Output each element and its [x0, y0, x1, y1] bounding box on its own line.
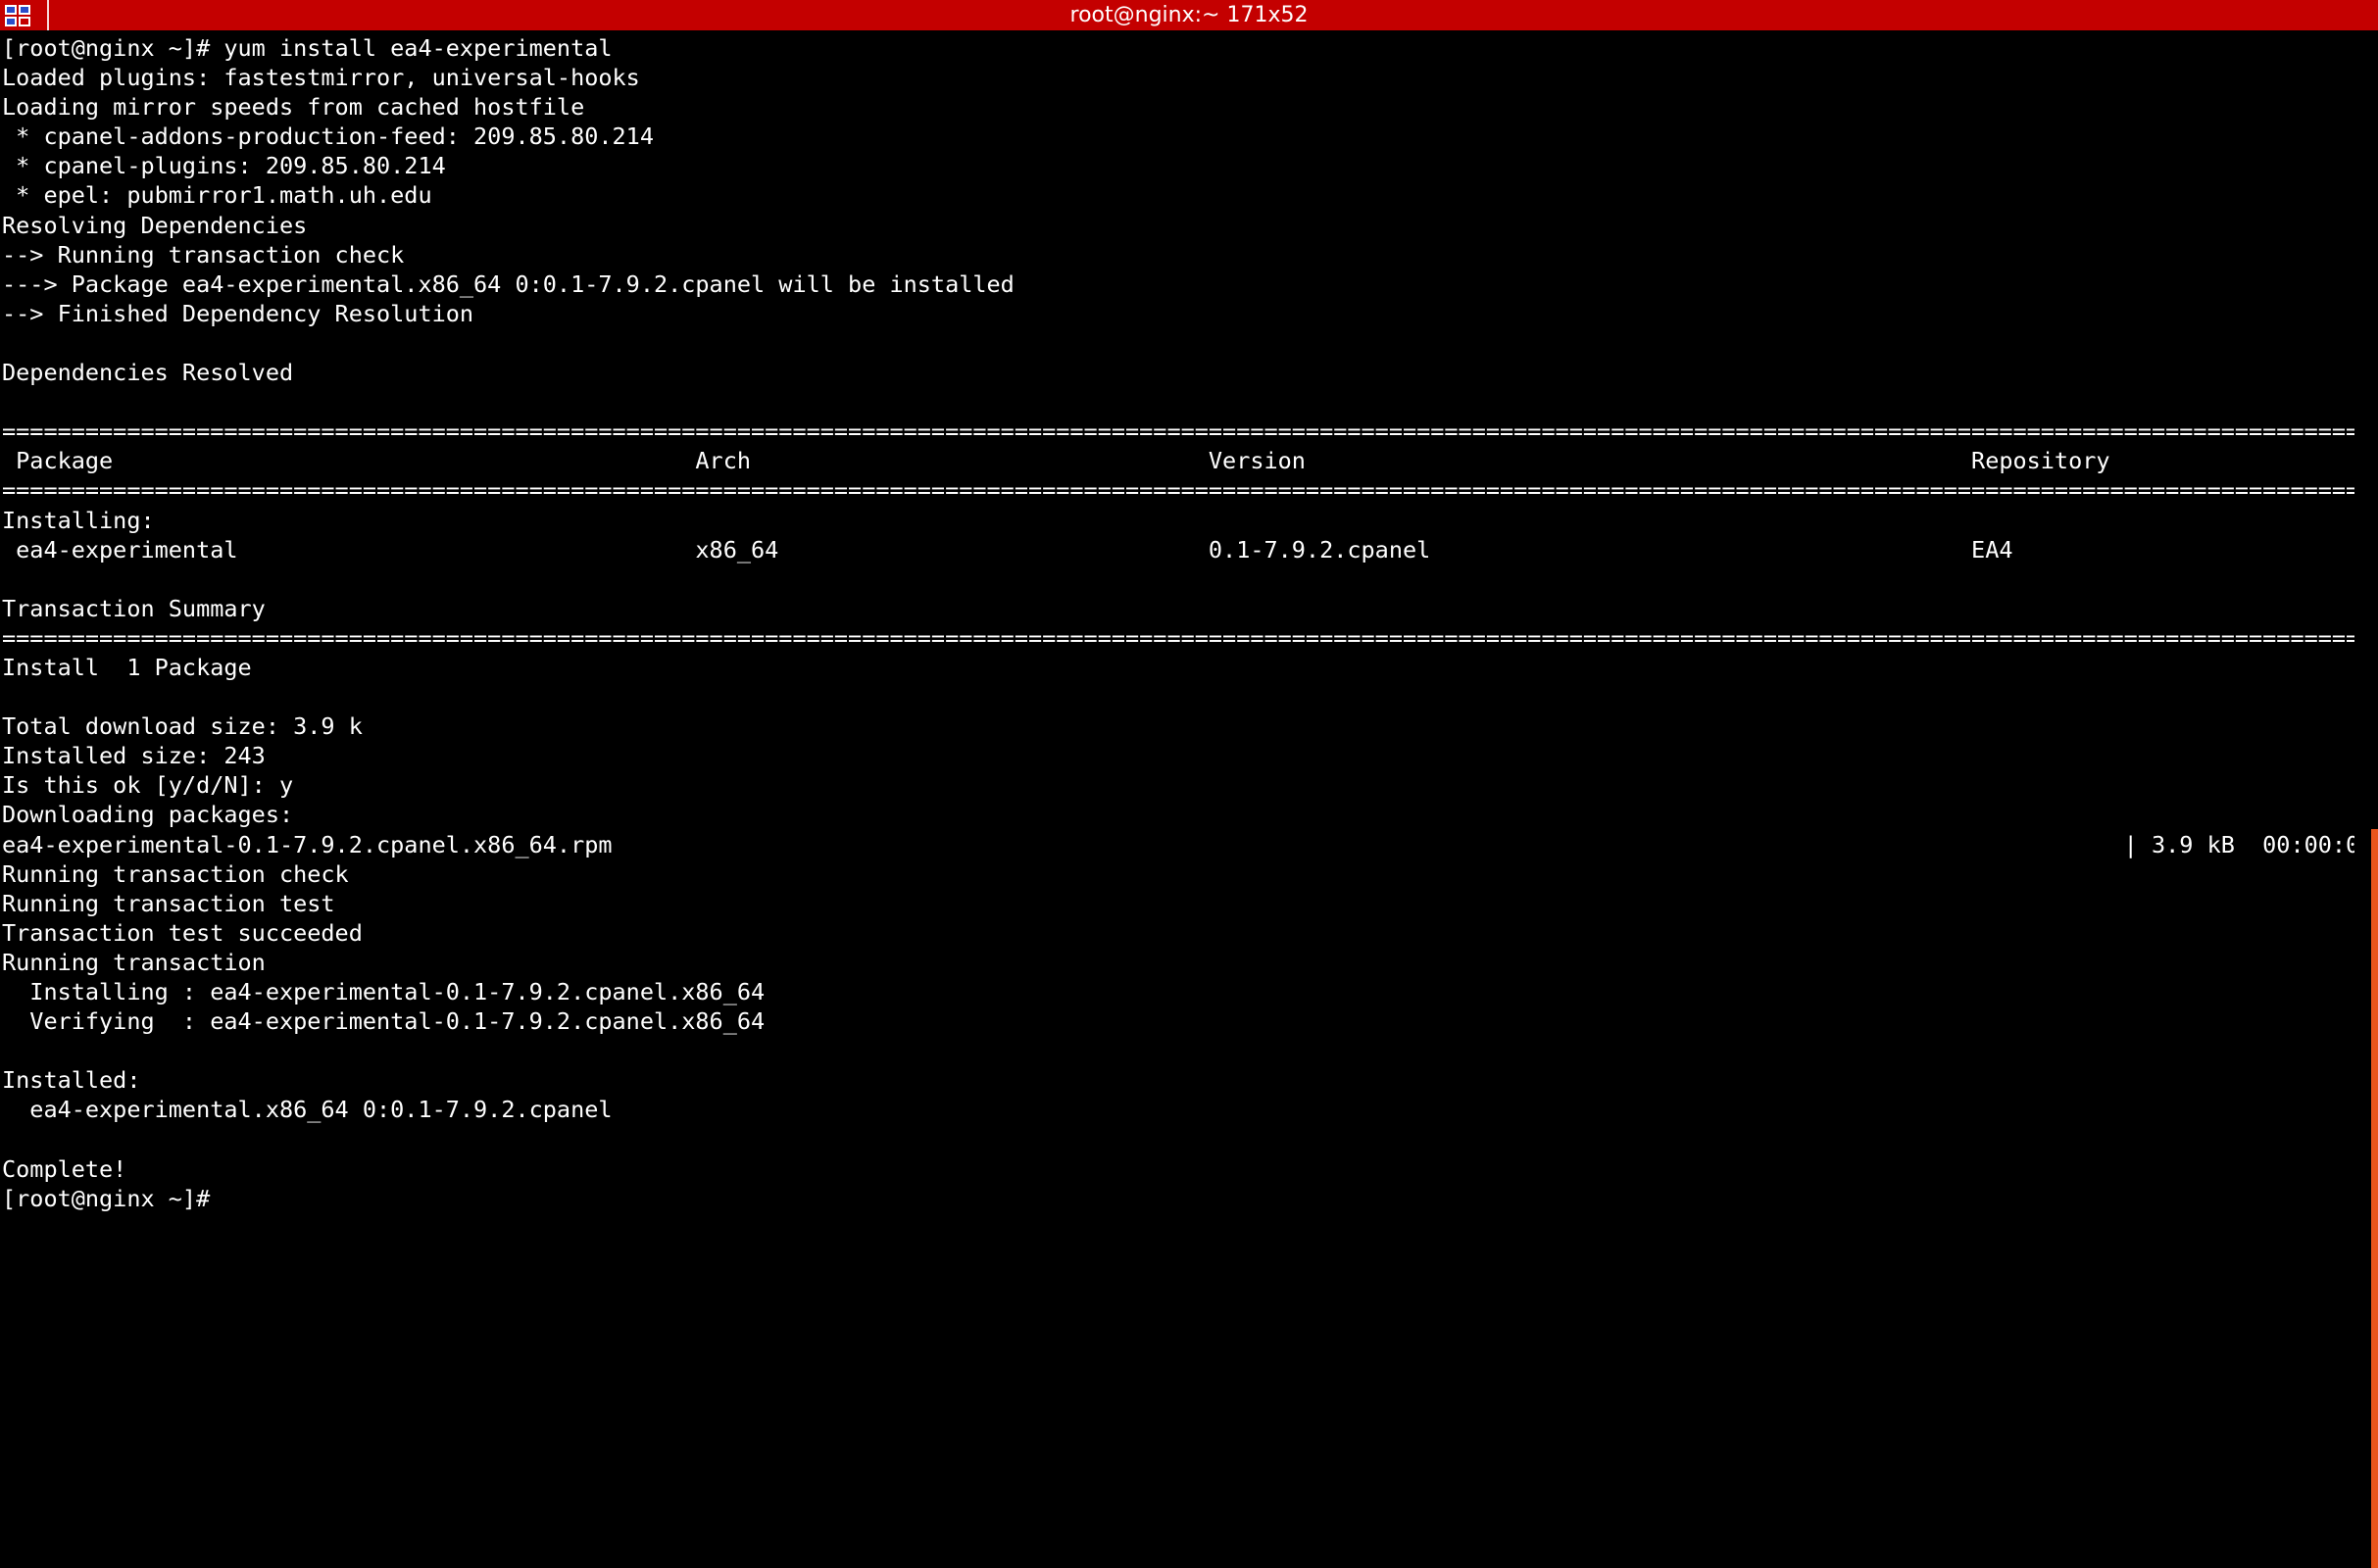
terminal-line: ea4-experimental.x86_64 0:0.1-7.9.2.cpan…: [2, 1096, 613, 1124]
terminal-line: * epel: pubmirror1.math.uh.edu: [2, 181, 432, 210]
terminal-line: Transaction test succeeded: [2, 918, 363, 947]
terminal-line: Downloading packages:: [2, 801, 294, 829]
terminal-line: [root@nginx ~]#: [2, 1184, 211, 1212]
terminal-line: * cpanel-addons-production-feed: 209.85.…: [2, 122, 654, 151]
terminal-line: Installing:: [2, 506, 155, 534]
window-title: root@nginx:~ 171x52: [1069, 3, 1309, 27]
terminal-line: Running transaction test: [2, 889, 335, 917]
scrollbar-thumb[interactable]: [2371, 829, 2378, 1568]
terminal-line: Installed:: [2, 1066, 141, 1095]
terminal-line: Running transaction: [2, 948, 266, 976]
terminal-line: Package Arch Version Repository Size: [2, 447, 2354, 475]
terminal-line: Dependencies Resolved: [2, 359, 294, 387]
terminal-line: [root@nginx ~]# yum install ea4-experime…: [2, 34, 613, 62]
terminal-output[interactable]: [root@nginx ~]# yum install ea4-experime…: [2, 33, 2354, 1562]
terminal-line: Loading mirror speeds from cached hostfi…: [2, 93, 585, 122]
title-bar[interactable]: root@nginx:~ 171x52: [0, 0, 2378, 30]
terminal-line: ========================================…: [2, 623, 2354, 652]
terminal-line: Complete!: [2, 1154, 127, 1183]
terminal-line: ========================================…: [2, 417, 2354, 446]
terminal-line: --> Running transaction check: [2, 240, 405, 269]
terminal-line: Total download size: 3.9 k: [2, 712, 363, 741]
terminal-line: Resolving Dependencies: [2, 211, 308, 239]
terminal-line: Install 1 Package: [2, 653, 252, 681]
terminal-line: ea4-experimental x86_64 0.1-7.9.2.cpanel…: [2, 535, 2354, 564]
terminal-line: ========================================…: [2, 476, 2354, 505]
terminal-line: Transaction Summary: [2, 594, 266, 622]
terminal-line: Is this ok [y/d/N]: y: [2, 771, 294, 800]
terminal-line: Running transaction check: [2, 859, 349, 888]
terminal-line: Installing : ea4-experimental-0.1-7.9.2.…: [2, 978, 2354, 1005]
terminal-line: Loaded plugins: fastestmirror, universal…: [2, 64, 640, 92]
terminal-line: ea4-experimental-0.1-7.9.2.cpanel.x86_64…: [2, 830, 2354, 858]
terminal-line: Installed size: 243: [2, 742, 266, 770]
terminal-line: --> Finished Dependency Resolution: [2, 299, 474, 327]
terminal-line: Verifying : ea4-experimental-0.1-7.9.2.c…: [2, 1007, 2354, 1036]
terminal-window: root@nginx:~ 171x52 [root@nginx ~]# yum …: [0, 0, 2378, 1568]
terminal-line: * cpanel-plugins: 209.85.80.214: [2, 152, 446, 180]
terminal-line: ---> Package ea4-experimental.x86_64 0:0…: [2, 270, 1015, 298]
scrollbar-track[interactable]: [2368, 30, 2378, 1568]
